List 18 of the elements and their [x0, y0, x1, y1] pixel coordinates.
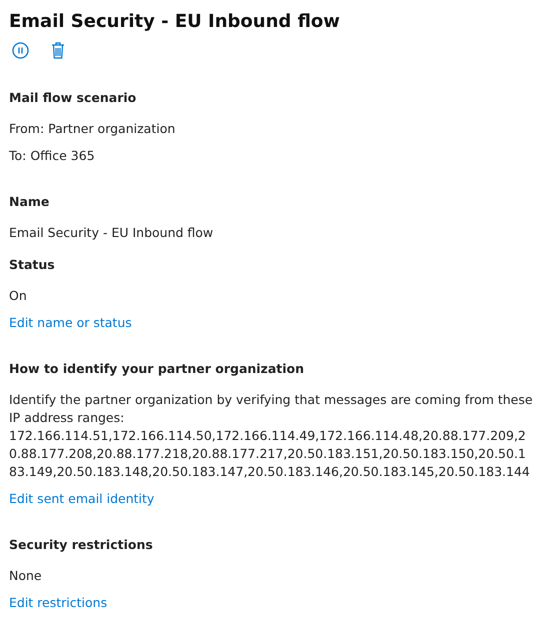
edit-link[interactable]: Edit name or status — [9, 315, 132, 330]
section-heading: Name — [9, 193, 50, 211]
field-value: From: Partner organization — [9, 120, 176, 138]
page-title: Email Security - EU Inbound flow — [9, 10, 341, 34]
field-value: To: Office 365 — [9, 147, 96, 165]
field-value: On — [9, 287, 28, 305]
section-heading: Status — [9, 256, 56, 274]
description-text: Identify the partner organization by verifying that messages are coming from these IP address ranges: — [9, 391, 533, 427]
section-heading: Security restrictions — [9, 536, 154, 554]
field-value: None — [9, 567, 43, 585]
pause-icon[interactable] — [12, 42, 29, 59]
trash-icon[interactable] — [51, 42, 65, 59]
edit-link[interactable]: Edit sent email identity — [9, 491, 154, 506]
section-heading: Mail flow scenario — [9, 89, 138, 107]
ip-address-list: 172.166.114.51,172.166.114.50,172.166.114.49,172.166.114.48,20.88.177.209,20.88.177.208,20.88.177.218,20.88.177.217,20.50.183.151,20.50.183.150,20.50.183.149,20.50.183.148,20.50.183.147,20.50.183.146,20.50.183.145,20.50.183.144 — [9, 427, 533, 481]
field-value: Email Security - EU Inbound flow — [9, 224, 214, 242]
edit-link[interactable]: Edit restrictions — [9, 595, 108, 610]
section-heading: How to identify your partner organization — [9, 360, 306, 378]
